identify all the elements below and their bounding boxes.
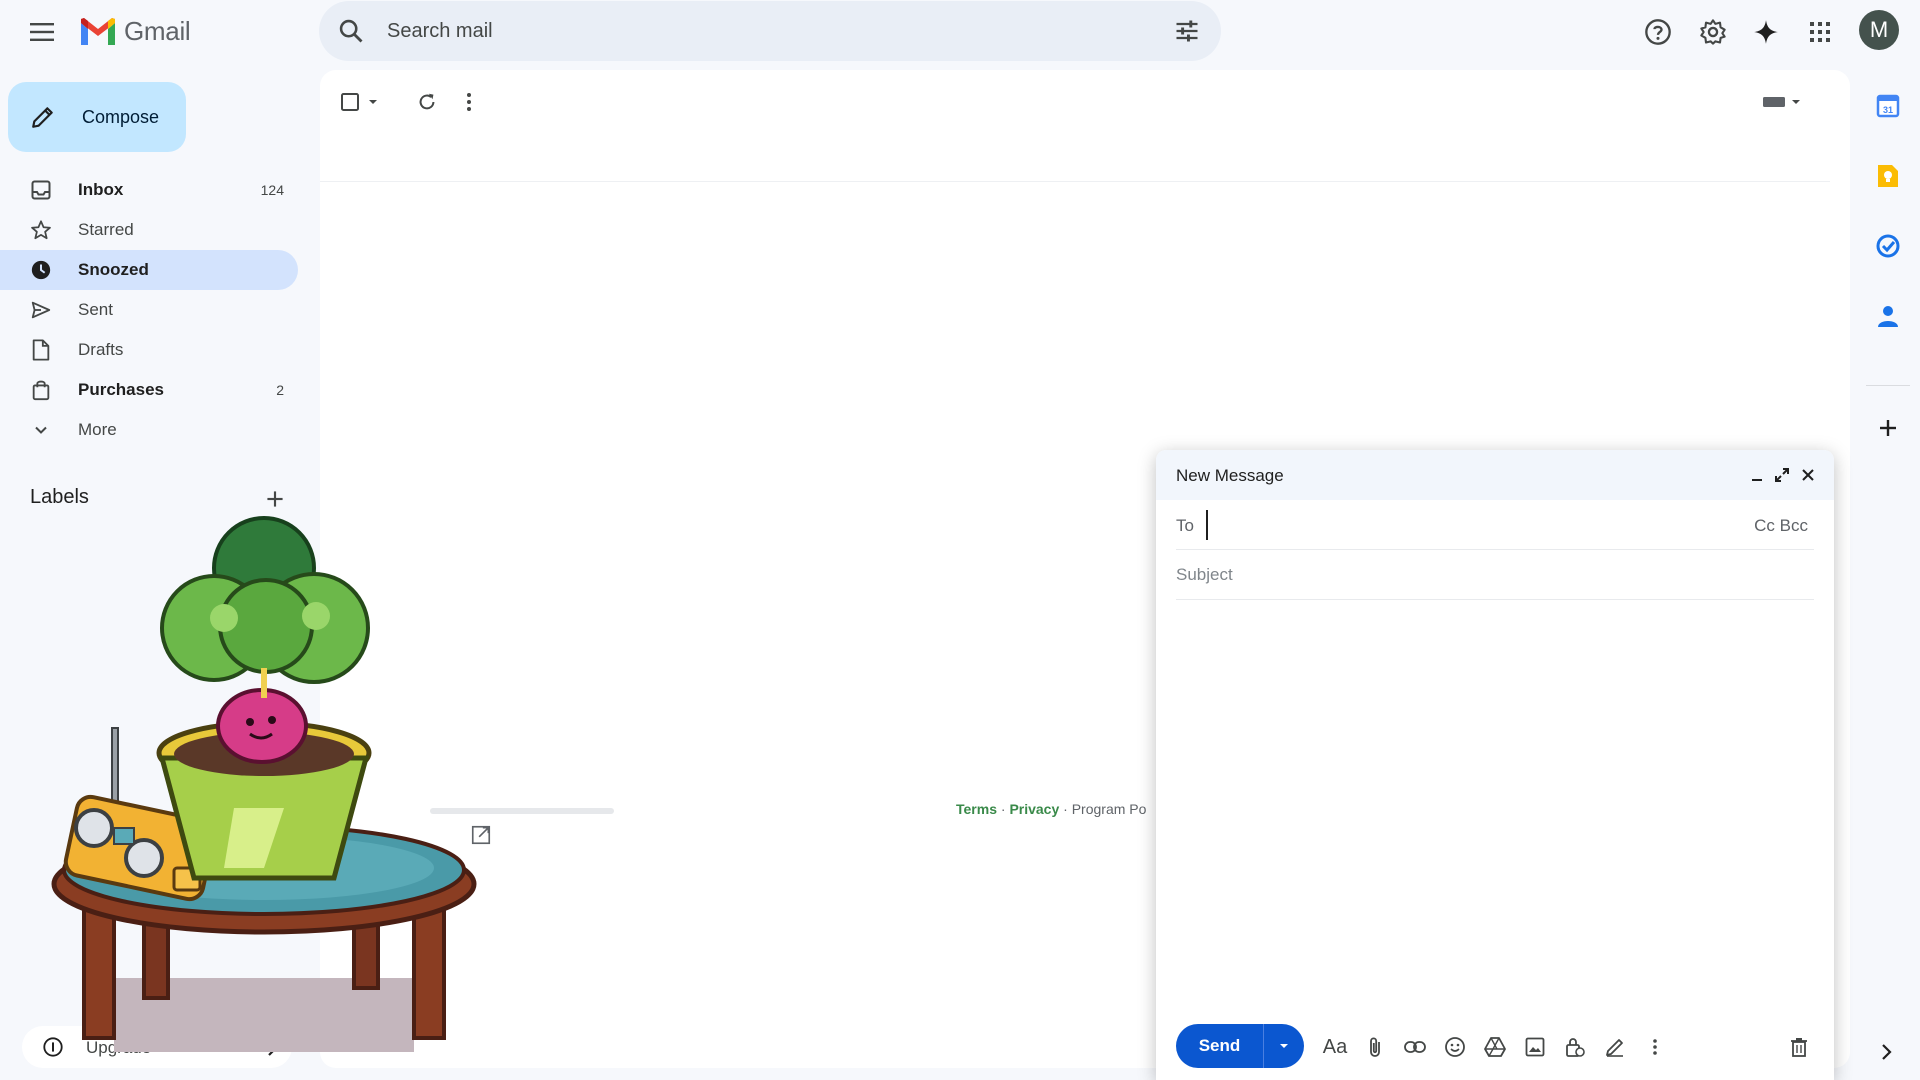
gmail-logo[interactable]: Gmail [78,16,191,47]
sidebar-item-label: Purchases [78,380,164,399]
sidebar-item-more[interactable]: More [0,410,298,450]
search-input[interactable] [387,15,1127,47]
gmail-m-icon [81,17,115,45]
sidebar-item-label: More [78,420,117,439]
draft-icon [30,339,52,361]
message-body[interactable] [1176,610,1814,1010]
pencil-icon [32,107,53,128]
more-actions-button[interactable] [466,90,472,114]
compose-title: New Message [1176,466,1284,485]
sidebar-item-label: Inbox [78,180,124,199]
sidebar-item-starred[interactable]: Starred [0,210,298,250]
side-panel-divider [1866,385,1910,386]
main-menu-button[interactable] [24,14,60,50]
caret-down-icon [369,100,377,104]
to-label: To [1176,516,1194,535]
labels-heading: Labels [30,486,89,508]
star-icon [30,219,52,241]
confidential-mode-icon[interactable] [1562,1034,1588,1060]
apps-grid-icon[interactable] [1800,12,1840,52]
separator: · [1000,801,1006,817]
sidebar-item-label: Starred [78,220,134,239]
sidebar-item-purchases[interactable]: Purchases 2 [0,370,298,410]
separator: · [1063,801,1068,817]
compose-button[interactable]: Compose [8,82,186,152]
keyboard-icon [1763,97,1785,107]
link-icon[interactable] [1402,1034,1428,1060]
to-field[interactable] [1206,510,1726,540]
sidebar-item-label: Sent [78,300,113,319]
clock-icon [30,259,52,281]
signature-pen-icon[interactable] [1602,1034,1628,1060]
hamburger-icon [30,23,54,41]
emoji-icon[interactable] [1442,1034,1468,1060]
refresh-icon [419,93,435,110]
sidebar-item-label: Drafts [78,340,124,359]
keep-icon[interactable] [1874,162,1902,190]
formatting-options-button[interactable]: Aa [1322,1034,1348,1060]
caret-down-icon [1280,1044,1288,1048]
compose-label: Compose [82,106,160,127]
unread-count: 124 [260,182,284,198]
expand-icon[interactable] [1771,464,1793,486]
privacy-link[interactable]: Privacy [1009,801,1059,817]
app-name: Gmail [124,16,191,46]
subject-row [1176,550,1814,600]
compose-window: New Message To Cc Bcc Send Aa [1156,450,1834,1080]
drive-icon[interactable] [1482,1034,1508,1060]
contacts-icon[interactable] [1874,302,1902,330]
calendar-icon[interactable]: 31 [1874,92,1902,120]
refresh-button[interactable] [416,90,438,114]
insert-photo-icon[interactable] [1522,1034,1548,1060]
top-bar: Gmail M [0,0,1920,64]
sidebar-item-sent[interactable]: Sent [0,290,298,330]
sidebar-item-drafts[interactable]: Drafts [0,330,298,370]
plant-table-illustration [51,516,477,1052]
program-policies-link[interactable]: Program Po [1072,801,1147,817]
attach-icon[interactable] [1362,1034,1388,1060]
send-button[interactable]: Send [1176,1024,1264,1068]
cc-bcc-link[interactable]: Cc Bcc [1754,516,1808,536]
sidebar-item-label: Snoozed [78,260,149,279]
checkbox-icon [341,93,359,111]
shopping-bag-icon [30,379,52,401]
settings-gear-icon[interactable] [1693,12,1733,52]
sidebar-item-inbox[interactable]: Inbox 124 [0,170,298,210]
toolbar-divider [320,181,1830,182]
terms-link[interactable]: Terms [956,801,997,817]
inbox-icon [30,179,52,201]
send-group: Send [1176,1024,1304,1068]
caret-down-icon [1792,100,1800,104]
gemini-sparkle-icon[interactable] [1746,12,1786,52]
more-options-icon[interactable] [1642,1034,1668,1060]
schedule-send-button[interactable] [1264,1024,1304,1068]
account-avatar[interactable]: M [1859,10,1899,50]
subject-field[interactable] [1176,560,1806,590]
chevron-down-icon [30,419,52,441]
sidebar-nav: Inbox 124 Starred Snoozed Sent Drafts Pu… [0,170,300,450]
send-icon [30,299,52,321]
unread-count: 2 [276,382,284,398]
svg-text:31: 31 [1883,105,1893,115]
close-icon[interactable] [1797,464,1819,486]
more-vert-icon [467,93,471,111]
chevron-right-icon[interactable] [1874,1040,1898,1064]
minimize-icon[interactable] [1746,464,1768,486]
search-bar [319,1,1221,61]
sidebar-item-snoozed[interactable]: Snoozed [0,250,298,290]
input-tools-button[interactable] [1762,90,1802,114]
select-checkbox[interactable] [340,90,380,114]
footer-links: Terms · Privacy · Program Po [956,801,1146,817]
search-icon[interactable] [337,17,365,45]
add-addon-icon[interactable] [1874,414,1902,442]
recipients-row: To Cc Bcc [1176,500,1814,550]
help-icon[interactable] [1638,12,1678,52]
tasks-icon[interactable] [1874,232,1902,260]
search-options-icon[interactable] [1173,17,1201,45]
compose-header[interactable]: New Message [1156,450,1834,500]
discard-draft-trash-icon[interactable] [1786,1034,1812,1060]
